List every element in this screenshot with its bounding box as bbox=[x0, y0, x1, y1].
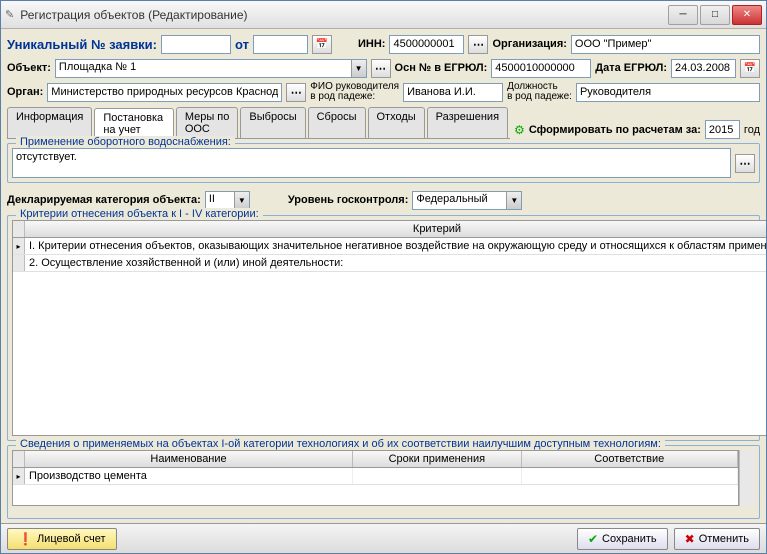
inn-input[interactable] bbox=[389, 35, 464, 54]
tab-3[interactable]: Выбросы bbox=[240, 107, 305, 138]
tab-2[interactable]: Меры по ООС bbox=[176, 107, 239, 138]
content-area: Уникальный № заявки: от 📅 ИНН: ⋯ Организ… bbox=[1, 29, 766, 523]
window-title: Регистрация объектов (Редактирование) bbox=[20, 8, 668, 22]
cancel-button[interactable]: ✖ Отменить bbox=[674, 528, 760, 550]
tabs: ИнформацияПостановка на учетМеры по ООСВ… bbox=[7, 107, 510, 139]
obj-lookup-button[interactable]: ⋯ bbox=[371, 59, 391, 78]
uniq-input[interactable] bbox=[161, 35, 231, 54]
cancel-icon: ✖ bbox=[685, 532, 695, 546]
tab-5[interactable]: Отходы bbox=[368, 107, 425, 138]
fio-label: ФИО руководителя в род падеже: bbox=[310, 82, 399, 102]
criteria-grid: Критерий Категория ▸I. Критерии отнесени… bbox=[12, 220, 766, 436]
osn-label: Осн № в ЕГРЮЛ: bbox=[395, 62, 488, 74]
save-button[interactable]: ✔ Сохранить bbox=[577, 528, 668, 550]
maximize-button[interactable]: □ bbox=[700, 5, 730, 25]
cat-label: Декларируемая категория объекта: bbox=[7, 194, 201, 206]
table-row[interactable]: 2. Осуществление хозяйственной и (или) и… bbox=[13, 255, 766, 272]
tab-4[interactable]: Сбросы bbox=[308, 107, 366, 138]
warning-icon: ❗ bbox=[18, 532, 33, 546]
date-egrul-picker-button[interactable]: 📅 bbox=[740, 59, 760, 78]
chevron-down-icon: ▼ bbox=[506, 192, 521, 209]
level-combo[interactable]: Федеральный ▼ bbox=[412, 191, 522, 210]
uniq-label: Уникальный № заявки: bbox=[7, 37, 157, 52]
col-period: Сроки применения bbox=[353, 451, 522, 467]
scrollbar[interactable] bbox=[739, 450, 755, 506]
year-unit: год bbox=[744, 124, 760, 136]
titlebar: ✎ Регистрация объектов (Редактирование) … bbox=[1, 1, 766, 29]
app-window: ✎ Регистрация объектов (Редактирование) … bbox=[0, 0, 767, 554]
calc-label: Сформировать по расчетам за: bbox=[529, 124, 701, 136]
tech-legend: Сведения о применяемых на объектах I-ой … bbox=[16, 438, 665, 450]
dolzh-input[interactable] bbox=[576, 83, 760, 102]
tab-1[interactable]: Постановка на учет bbox=[94, 108, 173, 139]
ot-label: от bbox=[235, 37, 249, 52]
close-button[interactable]: ✕ bbox=[732, 5, 762, 25]
organ-input[interactable] bbox=[47, 83, 282, 102]
date-egrul-label: Дата ЕГРЮЛ: bbox=[595, 62, 667, 74]
org-input[interactable] bbox=[571, 35, 760, 54]
tab-0[interactable]: Информация bbox=[7, 107, 92, 138]
table-row[interactable]: ▸Производство цемента bbox=[13, 468, 738, 485]
col-match: Соответствие bbox=[522, 451, 738, 467]
inn-label: ИНН: bbox=[358, 38, 385, 50]
invoice-button[interactable]: ❗ Лицевой счет bbox=[7, 528, 117, 550]
inn-lookup-button[interactable]: ⋯ bbox=[468, 35, 488, 54]
chevron-down-icon: ▼ bbox=[351, 60, 366, 77]
osn-input[interactable] bbox=[491, 59, 591, 78]
table-row[interactable]: ▸I. Критерии отнесения объектов, оказыва… bbox=[13, 238, 766, 255]
obj-label: Объект: bbox=[7, 62, 51, 74]
year-input[interactable] bbox=[705, 120, 740, 139]
dolzh-label: Должность в род падеже: bbox=[507, 82, 572, 102]
col-name: Наименование bbox=[25, 451, 353, 467]
level-label: Уровень госконтроля: bbox=[288, 194, 409, 206]
oborot-legend: Применение оборотного водоснабжения: bbox=[16, 136, 235, 148]
cat-combo[interactable]: II ▼ bbox=[205, 191, 250, 210]
date-picker-button[interactable]: 📅 bbox=[312, 35, 332, 54]
pen-icon: ✎ bbox=[5, 8, 14, 21]
oborot-lookup-button[interactable]: ⋯ bbox=[735, 154, 755, 173]
col-criterion: Критерий bbox=[25, 221, 766, 237]
criteria-fieldset: Критерии отнесения объекта к I - IV кате… bbox=[7, 215, 760, 441]
chevron-down-icon: ▼ bbox=[234, 192, 249, 209]
organ-lookup-button[interactable]: ⋯ bbox=[286, 83, 306, 102]
tech-grid: Наименование Сроки применения Соответств… bbox=[12, 450, 739, 506]
ot-date-input[interactable] bbox=[253, 35, 308, 54]
minimize-button[interactable]: ─ bbox=[668, 5, 698, 25]
org-label: Организация: bbox=[492, 38, 566, 50]
gear-icon: ⚙ bbox=[514, 123, 525, 137]
check-icon: ✔ bbox=[588, 532, 598, 546]
obj-combo[interactable]: Площадка № 1 ▼ bbox=[55, 59, 367, 78]
date-egrul-input[interactable] bbox=[671, 59, 736, 78]
oborot-text[interactable] bbox=[12, 148, 731, 178]
fio-input[interactable] bbox=[403, 83, 503, 102]
organ-label: Орган: bbox=[7, 86, 43, 98]
tech-fieldset: Сведения о применяемых на объектах I-ой … bbox=[7, 445, 760, 519]
tab-6[interactable]: Разрешения bbox=[427, 107, 508, 138]
oborot-fieldset: Применение оборотного водоснабжения: ⋯ bbox=[7, 143, 760, 183]
criteria-legend: Критерии отнесения объекта к I - IV кате… bbox=[16, 208, 263, 220]
footer: ❗ Лицевой счет ✔ Сохранить ✖ Отменить bbox=[1, 523, 766, 553]
